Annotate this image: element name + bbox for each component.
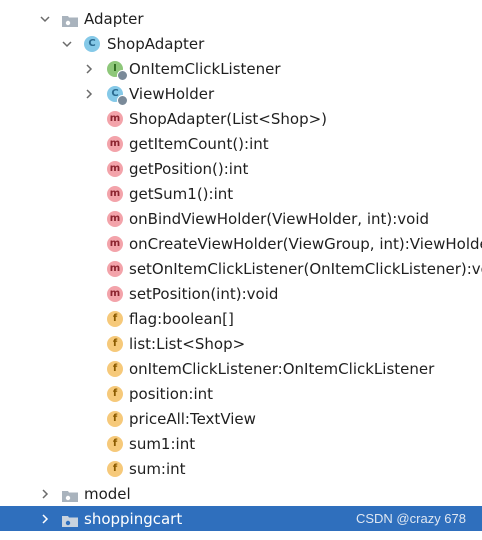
field-icon: f (107, 310, 123, 327)
field-icon: f (107, 335, 123, 352)
method-icon: m (107, 260, 123, 277)
chevron-down-icon[interactable] (40, 14, 50, 24)
chevron-right-icon[interactable] (84, 88, 94, 99)
class-icon: C (84, 35, 100, 52)
tree-row-label: OnItemClickListener (129, 59, 281, 78)
folder-icon (62, 513, 78, 527)
tree-row-label: list:List<Shop> (129, 334, 246, 353)
method-icon: m (107, 135, 123, 152)
field-icon: f (107, 460, 123, 477)
tree-row-label: position:int (129, 384, 214, 403)
chevron-right-icon[interactable] (40, 513, 50, 524)
tree-row-member[interactable]: f sum1:int (0, 431, 482, 456)
tree-row-shoppingcart[interactable]: shoppingcart CSDN @crazy 678 (0, 506, 482, 531)
tree-row-label: model (84, 484, 131, 503)
tree-row-label: shoppingcart (84, 509, 183, 528)
tree-row-label: ShopAdapter(List<Shop>) (129, 109, 328, 128)
tree-row-label: ViewHolder (129, 84, 215, 103)
tree-row-partial (0, 534, 482, 540)
tree-row-shopadapter[interactable]: C ShopAdapter (0, 31, 482, 56)
tree-row-label: priceAll:TextView (129, 409, 256, 428)
tree-row-member[interactable]: m getSum1():int (0, 181, 482, 206)
tree-row-member[interactable]: C ViewHolder (0, 81, 482, 106)
tree-row-member[interactable]: f onItemClickListener:OnItemClickListener (0, 356, 482, 381)
field-icon: f (107, 435, 123, 452)
tree-row-member[interactable]: m ShopAdapter(List<Shop>) (0, 106, 482, 131)
tree-row-label: ShopAdapter (107, 34, 205, 53)
tree-row-label: onCreateViewHolder(ViewGroup, int):ViewH… (129, 234, 482, 253)
tree-row-label: getItemCount():int (129, 134, 269, 153)
folder-icon (62, 13, 78, 27)
tree-row-label: onItemClickListener:OnItemClickListener (129, 359, 435, 378)
chevron-right-icon[interactable] (40, 488, 50, 499)
tree-row-member[interactable]: f priceAll:TextView (0, 406, 482, 431)
tree-row-member[interactable]: m getItemCount():int (0, 131, 482, 156)
tree-row-member[interactable]: f position:int (0, 381, 482, 406)
tree-row-label: setPosition(int):void (129, 284, 279, 303)
watermark: CSDN @crazy 678 (355, 511, 466, 526)
tree-row-member[interactable]: f list:List<Shop> (0, 331, 482, 356)
chevron-right-icon[interactable] (84, 63, 94, 74)
method-icon: m (107, 185, 123, 202)
tree-row-member[interactable]: f sum:int (0, 456, 482, 481)
tree-row-member[interactable]: m onCreateViewHolder(ViewGroup, int):View… (0, 231, 482, 256)
tree-row-member[interactable]: m onBindViewHolder(ViewHolder, int):void (0, 206, 482, 231)
tree-row-member[interactable]: m setPosition(int):void (0, 281, 482, 306)
tree-row-label: setOnItemClickListener(OnItemClickListen… (129, 259, 482, 278)
tree-row-label: Adapter (84, 9, 144, 28)
tree-row-label: getPosition():int (129, 159, 249, 178)
field-icon: f (107, 410, 123, 427)
tree-row-label: onBindViewHolder(ViewHolder, int):void (129, 209, 430, 228)
tree-row-label: flag:boolean[] (129, 309, 234, 328)
method-icon: m (107, 210, 123, 227)
method-icon: m (107, 110, 123, 127)
method-icon: m (107, 160, 123, 177)
method-icon: m (107, 285, 123, 302)
method-icon: m (107, 235, 123, 252)
tree-row-member[interactable]: f flag:boolean[] (0, 306, 482, 331)
field-icon: f (107, 385, 123, 402)
tree-row-model[interactable]: model (0, 481, 482, 506)
tree-row-member[interactable]: I OnItemClickListener (0, 56, 482, 81)
tree-row-adapter[interactable]: Adapter (0, 6, 482, 31)
tree-row-member[interactable]: m getPosition():int (0, 156, 482, 181)
field-icon: f (107, 360, 123, 377)
nested-badge-icon (117, 95, 128, 106)
tree-row-member[interactable]: m setOnItemClickListener(OnItemClickListe… (0, 256, 482, 281)
nested-badge-icon (117, 70, 128, 81)
tree-row-label: sum:int (129, 459, 186, 478)
chevron-down-icon[interactable] (62, 39, 72, 49)
folder-icon (62, 488, 78, 502)
tree-row-label: getSum1():int (129, 184, 234, 203)
tree-row-label: sum1:int (129, 434, 196, 453)
